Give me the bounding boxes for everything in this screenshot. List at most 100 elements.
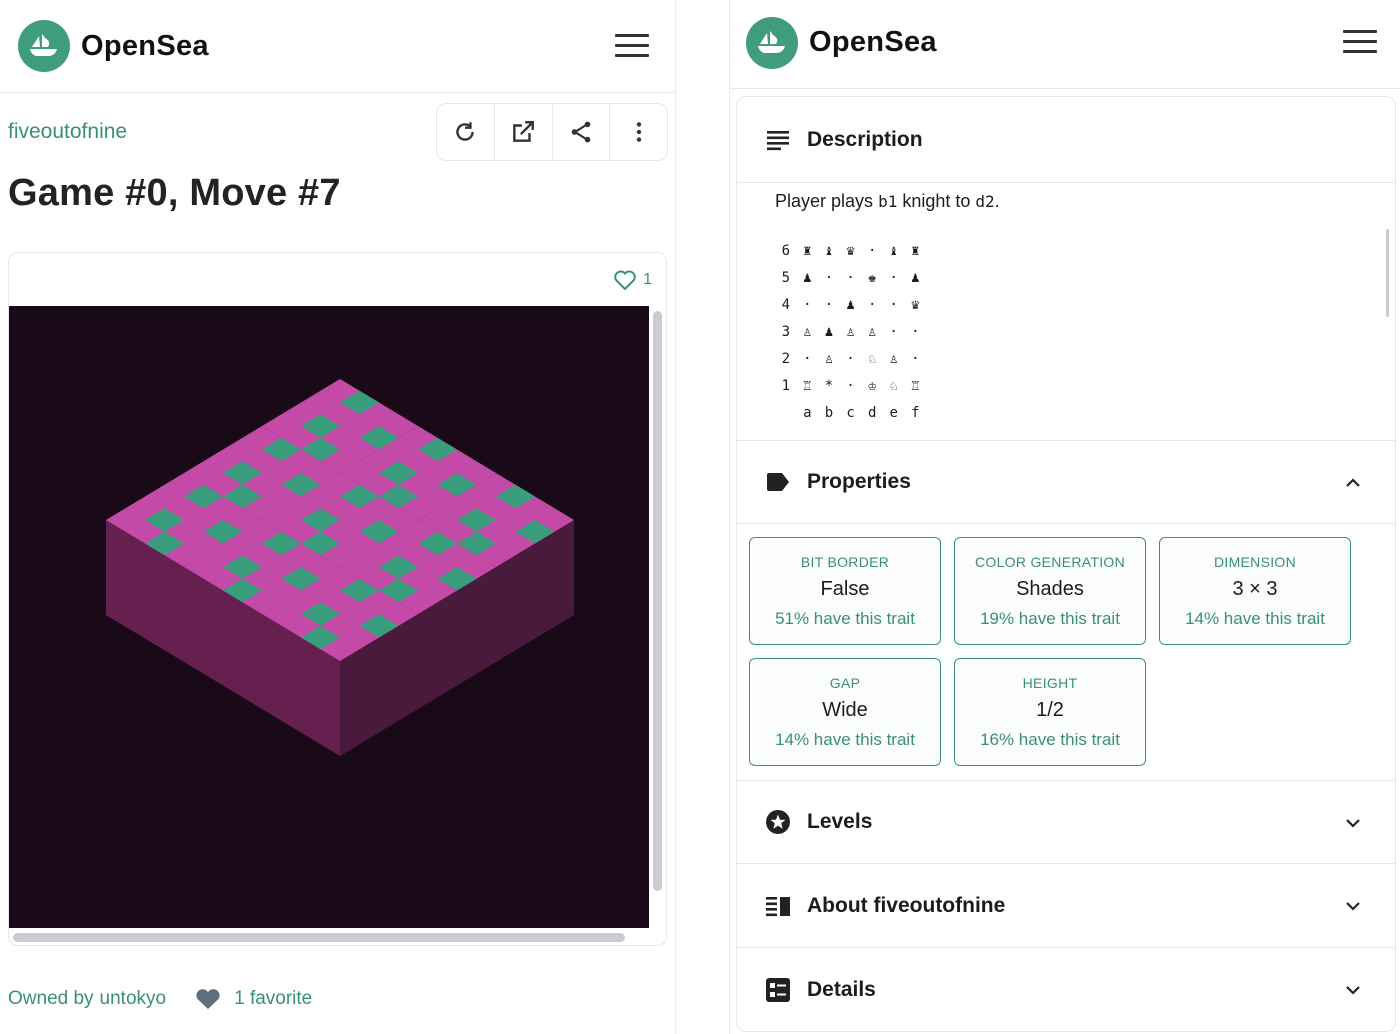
opensea-logo[interactable]: [746, 17, 798, 69]
trait-card[interactable]: Bit Border False 51% have this trait: [749, 537, 941, 645]
board-cell: ·: [824, 296, 834, 313]
board-cell: ♟: [824, 323, 834, 340]
board-cell: ♟: [911, 269, 920, 286]
nft-artwork[interactable]: [9, 306, 649, 928]
share-button[interactable]: [553, 104, 611, 160]
properties-header[interactable]: Properties: [737, 440, 1395, 524]
isometric-board-image: [106, 379, 574, 756]
trait-type: Height: [1022, 675, 1078, 691]
desc-to-square: d2: [975, 192, 995, 211]
refresh-button[interactable]: [437, 104, 495, 160]
board-cell: 4: [781, 296, 791, 313]
board-cell: ♜: [803, 242, 812, 259]
trait-type: Gap: [829, 675, 861, 691]
about-header[interactable]: About fiveoutofnine: [737, 864, 1395, 948]
open-external-button[interactable]: [495, 104, 553, 160]
board-cell: ♘: [867, 350, 877, 367]
description-scrollbar[interactable]: [1386, 229, 1389, 317]
favorite-button[interactable]: 1: [613, 269, 652, 291]
board-row: 6 ♜ ♝ ♛ · ♝ ♜: [775, 237, 926, 264]
trait-rarity: 14% have this trait: [1185, 609, 1325, 628]
board-cell: ♟: [846, 296, 855, 313]
details-title: Details: [807, 978, 876, 1001]
board-cell: ·: [824, 269, 834, 286]
brand-name[interactable]: OpenSea: [809, 26, 937, 59]
board-cell: 5: [781, 269, 791, 286]
chevron-down-icon[interactable]: [1343, 896, 1363, 916]
external-link-icon: [513, 121, 535, 142]
board-cell: ♛: [911, 296, 920, 313]
board-cell: ·: [889, 296, 898, 313]
board-row: 1 ♖ * · ♔ ♘ ♖: [775, 372, 926, 399]
properties-title: Properties: [807, 470, 911, 493]
board-cell: ♚: [867, 269, 877, 286]
star-icon: [766, 810, 790, 834]
trait-value: 3 × 3: [1232, 578, 1278, 600]
details-icon: [766, 978, 790, 1002]
favorite-count: 1: [643, 271, 652, 288]
more-button[interactable]: [610, 104, 667, 160]
favorites-heart-icon: [196, 989, 220, 1009]
board-cell: ·: [867, 242, 877, 259]
share-icon: [571, 121, 591, 143]
trait-value: Wide: [822, 699, 868, 721]
trait-type: Dimension: [1213, 554, 1297, 570]
chevron-down-icon[interactable]: [1343, 980, 1363, 1000]
menu-icon[interactable]: [1343, 30, 1377, 54]
vertical-scrollbar[interactable]: [653, 311, 662, 891]
board-cell: ♖: [911, 377, 920, 394]
trait-value: 1/2: [1036, 699, 1064, 721]
desc-suffix: .: [994, 191, 1000, 211]
asset-details-card: Description Player plays b1 knight to d2…: [736, 96, 1396, 1032]
board-row: 4 · · ♟ · · ♛: [775, 291, 926, 318]
levels-header[interactable]: Levels: [737, 780, 1395, 864]
header: OpenSea: [0, 0, 675, 93]
trait-card[interactable]: Color Generation Shades 19% have this trai…: [954, 537, 1146, 645]
trait-card[interactable]: Height 1/2 16% have this trait: [954, 658, 1146, 766]
favorites-count[interactable]: 1 favorite: [234, 988, 312, 1010]
board-row: 3 ♙ ♟ ♙ ♙ · ·: [775, 318, 926, 345]
owner-label: Owned by: [8, 988, 94, 1009]
owner-link[interactable]: untokyo: [100, 988, 167, 1010]
board-cell: ·: [846, 269, 855, 286]
description-header[interactable]: Description: [737, 97, 1395, 183]
trait-rarity: 19% have this trait: [980, 609, 1120, 628]
details-header[interactable]: Details: [737, 948, 1395, 1031]
trait-rarity: 16% have this trait: [980, 730, 1120, 749]
board-cell: ♙: [846, 323, 855, 340]
board-row: 5 ♟ · · ♚ · ♟: [775, 264, 926, 291]
board-cell: e: [889, 404, 898, 421]
horizontal-scrollbar[interactable]: [13, 933, 625, 942]
chevron-up-icon[interactable]: [1343, 473, 1363, 493]
board-cell: ♙: [889, 350, 898, 367]
trait-value: Shades: [1016, 578, 1084, 600]
description-icon: [767, 130, 789, 150]
chevron-down-icon[interactable]: [1343, 813, 1363, 833]
board-row: abcdef: [775, 399, 926, 426]
trait-card[interactable]: Dimension 3 × 3 14% have this trait: [1159, 537, 1351, 645]
board-cell: ♙: [824, 350, 834, 367]
collection-link[interactable]: fiveoutofnine: [8, 120, 127, 144]
board-cell: ♜: [911, 242, 920, 259]
refresh-icon: [456, 122, 475, 141]
asset-title: Game #0, Move #7: [8, 172, 341, 214]
brand-name[interactable]: OpenSea: [81, 30, 209, 63]
desc-from-square: b1: [878, 192, 898, 211]
board-cell: 2: [781, 350, 791, 367]
board-cell: 1: [781, 377, 791, 394]
board-cell: 6: [781, 242, 791, 259]
menu-icon[interactable]: [615, 34, 649, 58]
board-cell: a: [803, 404, 812, 421]
ship-icon: [30, 34, 57, 56]
trait-card[interactable]: Gap Wide 14% have this trait: [749, 658, 941, 766]
board-cell: ♖: [803, 377, 812, 394]
right-panel: OpenSea Description Player plays b1 knig…: [729, 0, 1400, 1034]
description-title: Description: [807, 127, 923, 151]
ship-icon: [758, 31, 785, 53]
board-cell: ·: [911, 350, 920, 367]
heart-icon: [614, 270, 636, 291]
trait-type: Color Generation: [974, 554, 1125, 570]
opensea-logo[interactable]: [18, 20, 70, 72]
board-cell: ♙: [867, 323, 877, 340]
board-cell: ♔: [867, 377, 877, 394]
